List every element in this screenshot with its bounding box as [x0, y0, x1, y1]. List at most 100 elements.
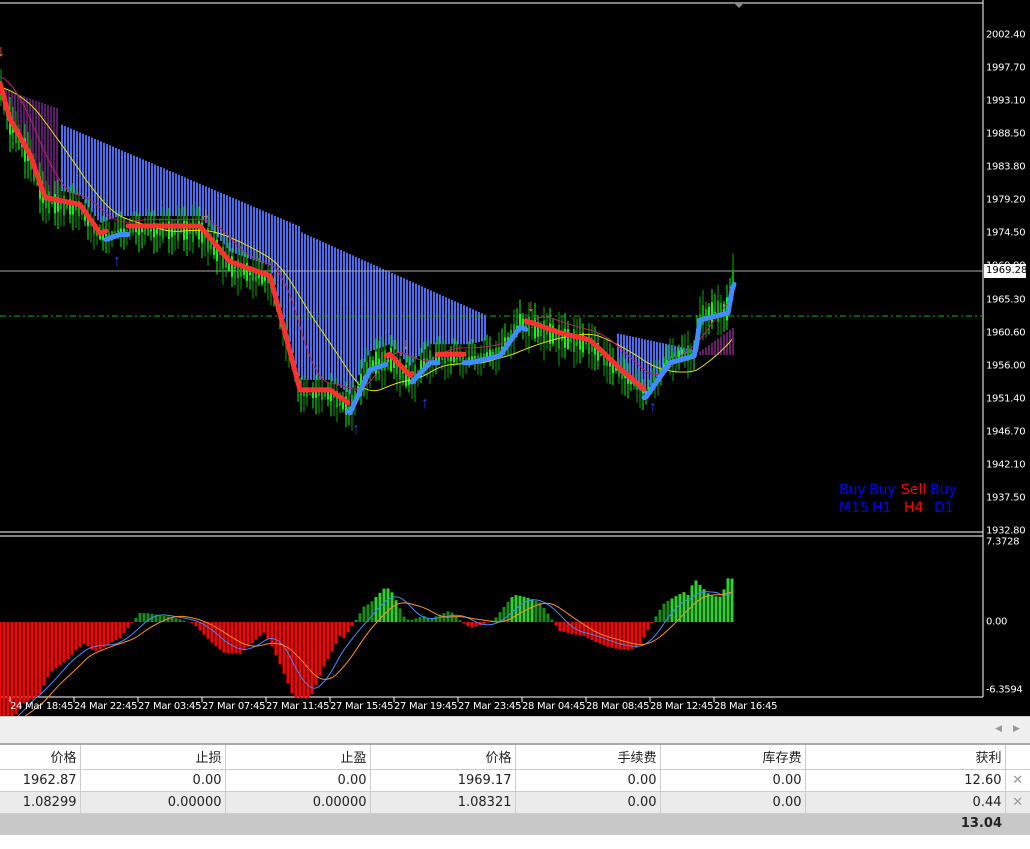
buy-arrow-icon: ↑: [352, 421, 360, 438]
candle: [474, 356, 476, 359]
candle: [309, 393, 311, 395]
price-chart[interactable]: ↓ ↓ ↓ ↓ ↑ ↑ ↑ ↑ Buy Buy Sell Buy M15 H1 H4 D1 2…: [0, 0, 1030, 716]
time-axis-label: 28 Mar 08:45: [586, 701, 650, 712]
indicator-max-label: 7.3728: [986, 536, 1020, 548]
trend-line: [343, 398, 351, 406]
chart-canvas[interactable]: ↓ ↓ ↓ ↓ ↑ ↑ ↑ ↑: [0, 0, 1030, 716]
terminal-toolbar: ◀ ▶: [0, 716, 1030, 743]
candle: [126, 229, 128, 231]
price-axis-label: 1997.70: [986, 62, 1026, 74]
col-profit[interactable]: 获利: [805, 743, 1006, 770]
table-row[interactable]: 1962.87 0.00 0.00 1969.17 0.00 0.00 12.60 ✕: [0, 769, 1030, 792]
indicator-min-label: -6.3594: [986, 684, 1023, 696]
signal-m15: Buy: [839, 482, 866, 498]
trend-line: [101, 228, 109, 235]
scroll-right-icon[interactable]: ▶: [1013, 723, 1020, 734]
trades-table: 价格 止损 止盈 价格 手续费 库存费 获利 1962.87 0.00 0.00 19…: [0, 743, 1030, 835]
price-axis-label: 1979.20: [986, 194, 1026, 206]
price-axis-label: 1974.50: [986, 227, 1026, 239]
col-current-price[interactable]: 价格: [370, 743, 516, 770]
time-axis-label: 28 Mar 16:45: [714, 701, 778, 712]
candle: [531, 326, 533, 328]
indicator-zero-label: 0.00: [986, 616, 1008, 628]
candle: [468, 357, 470, 360]
candle: [141, 228, 143, 232]
time-axis-label: 27 Mar 23:45: [458, 701, 522, 712]
candle: [699, 314, 701, 318]
candle: [543, 320, 545, 343]
time-axis-label: 28 Mar 04:45: [522, 701, 586, 712]
candle: [300, 393, 302, 395]
total-profit: 13.04: [805, 813, 1005, 835]
candle: [303, 392, 305, 397]
trend-line: [729, 281, 737, 293]
price-axis-label: 1951.40: [986, 393, 1026, 405]
candle: [573, 328, 575, 352]
col-open-price[interactable]: 价格: [0, 743, 81, 770]
candle: [324, 391, 326, 397]
trend-line: [639, 384, 647, 392]
candle: [177, 219, 179, 241]
candle: [48, 191, 50, 214]
candle: [51, 202, 53, 205]
candle: [711, 302, 713, 324]
tf-d1: D1: [934, 500, 954, 516]
col-stop-loss[interactable]: 止损: [80, 743, 226, 770]
buy-arrow-icon: ↑: [113, 253, 121, 270]
sell-arrow-icon: ↓: [527, 298, 535, 315]
candle: [258, 274, 260, 279]
candle: [132, 227, 134, 233]
col-take-profit[interactable]: 止盈: [225, 743, 371, 770]
trend-line: [407, 370, 415, 379]
price-axis-label: 1983.80: [986, 161, 1026, 173]
table-header: 价格 止损 止盈 价格 手续费 库存费 获利: [0, 743, 1030, 770]
close-position-icon[interactable]: ✕: [1005, 769, 1030, 792]
signal-h1: Buy: [869, 482, 896, 498]
col-commission[interactable]: 手续费: [515, 743, 661, 770]
price-axis-label: 1993.10: [986, 95, 1026, 107]
price-axis-label: 1988.50: [986, 128, 1026, 140]
candle: [462, 356, 464, 361]
price-axis-label: 1932.80: [986, 525, 1026, 537]
scroll-left-icon[interactable]: ◀: [995, 723, 1002, 734]
candle: [558, 324, 560, 349]
candle: [456, 358, 458, 360]
sell-arrow-icon: ↓: [202, 205, 210, 222]
time-axis-label: 28 Mar 12:45: [650, 701, 714, 712]
time-axis-label: 27 Mar 19:45: [394, 701, 458, 712]
candle: [714, 311, 716, 313]
price-axis-label: 1960.60: [986, 327, 1026, 339]
sell-arrow-icon: ↓: [402, 336, 410, 353]
trend-line: [521, 326, 529, 332]
table-row[interactable]: 1.08299 0.00000 0.00000 1.08321 0.00 0.00 0.44…: [0, 791, 1030, 814]
price-axis-label: 1937.50: [986, 492, 1026, 504]
candle: [135, 228, 137, 232]
candle: [465, 358, 467, 360]
candle: [471, 356, 473, 360]
candle: [114, 231, 116, 233]
candle: [117, 230, 119, 232]
candle: [318, 392, 320, 397]
time-axis-label: 24 Mar 22:45: [74, 701, 138, 712]
buy-arrow-icon: ↑: [649, 399, 657, 416]
shift-marker-icon: [734, 3, 744, 8]
candle: [459, 356, 461, 361]
candle: [477, 355, 479, 358]
price-axis-label: 1965.30: [986, 294, 1026, 306]
time-axis-label: 27 Mar 03:45: [138, 701, 202, 712]
close-position-icon[interactable]: ✕: [1005, 791, 1030, 814]
candle: [150, 229, 152, 232]
candle: [492, 352, 494, 354]
candle: [123, 228, 125, 232]
tf-h1: H1: [872, 500, 892, 516]
candle: [108, 232, 110, 236]
time-axis-label: 27 Mar 07:45: [202, 701, 266, 712]
tf-h4: H4: [904, 500, 924, 516]
price-axis-label: 1942.10: [986, 459, 1026, 471]
candle: [447, 356, 449, 361]
col-swap[interactable]: 库存费: [660, 743, 806, 770]
price-axis-label: 1946.70: [986, 426, 1026, 438]
signal-h4: Sell: [901, 482, 927, 498]
candle: [120, 228, 122, 233]
total-row: 13.04: [0, 813, 1030, 835]
